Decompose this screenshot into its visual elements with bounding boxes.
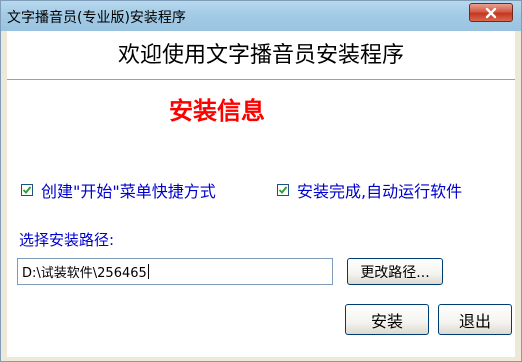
start-menu-shortcut-label: 创建"开始"菜单快捷方式 [41, 182, 216, 201]
title-bar[interactable]: 文字播音员(专业版)安装程序 [1, 1, 521, 31]
change-path-button[interactable]: 更改路径... [347, 258, 443, 285]
checkbox-box[interactable] [21, 184, 33, 196]
close-button[interactable] [469, 3, 513, 22]
close-icon [485, 7, 497, 18]
header-title: 欢迎使用文字播音员安装程序 [117, 43, 404, 68]
window-title: 文字播音员(专业版)安装程序 [7, 10, 186, 26]
run-after-install-label: 安装完成,自动运行软件 [297, 182, 463, 201]
install-path-label: 选择安装路径: [19, 231, 115, 249]
checkmark-icon [22, 186, 32, 194]
install-path-input[interactable]: D:\试装软件\256465 [17, 258, 333, 285]
header-panel: 欢迎使用文字播音员安装程序 [7, 31, 515, 79]
install-button[interactable]: 安装 [345, 304, 429, 335]
start-menu-shortcut-checkbox[interactable]: 创建"开始"菜单快捷方式 [21, 178, 216, 202]
text-caret [147, 264, 149, 279]
checkbox-box[interactable] [277, 184, 289, 196]
installer-window: 文字播音员(专业版)安装程序 欢迎使用文字播音员安装程序 安装信息 创建"开始"… [0, 0, 522, 362]
install-path-value: D:\试装软件\256465 [22, 266, 147, 281]
exit-button[interactable]: 退出 [438, 304, 512, 335]
section-title: 安装信息 [169, 97, 265, 125]
checkmark-icon [278, 186, 288, 194]
run-after-install-checkbox[interactable]: 安装完成,自动运行软件 [277, 178, 462, 202]
